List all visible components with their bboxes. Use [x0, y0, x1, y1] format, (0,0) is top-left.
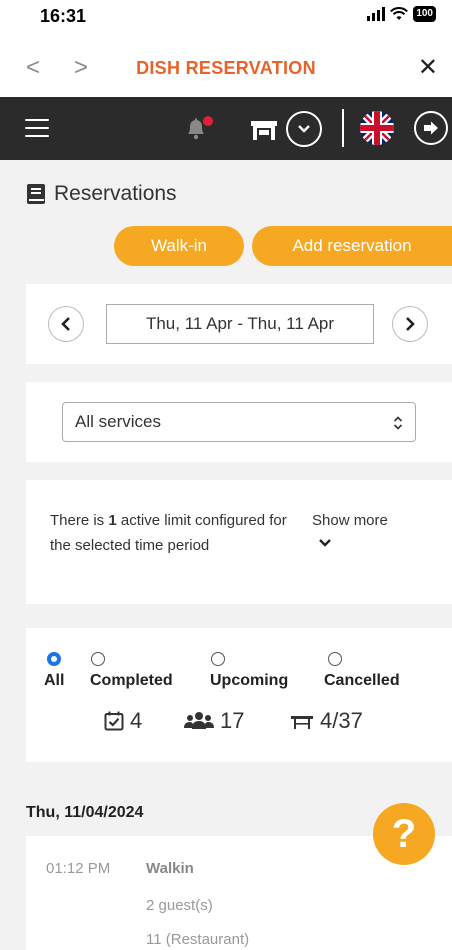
reservation-table: 11 (Restaurant) [146, 931, 250, 948]
filter-completed[interactable]: Completed [90, 652, 173, 690]
logout-icon [424, 121, 438, 135]
limit-message: There is 1 active limit configured for t… [50, 512, 287, 554]
page-title: Reservations [54, 182, 177, 205]
limit-card: There is 1 active limit configured for t… [26, 480, 452, 604]
next-date-button[interactable] [392, 306, 428, 342]
tables-count: 4/37 [290, 708, 363, 734]
date-range-input[interactable]: Thu, 11 Apr - Thu, 11 Apr [106, 304, 374, 344]
radio-button[interactable] [91, 652, 105, 666]
book-icon [27, 184, 45, 204]
users-icon [184, 712, 214, 729]
app-title: DISH RESERVATION [136, 58, 316, 78]
status-bar: 16:31 100 [0, 0, 452, 40]
select-arrows-icon [393, 416, 403, 430]
signal-icon [367, 7, 386, 21]
close-button[interactable]: ✕ [418, 54, 438, 82]
browser-bar: < > DISH RESERVATION ✕ [0, 40, 452, 97]
chevron-down-icon[interactable] [318, 538, 332, 548]
chevron-right-icon [406, 317, 415, 331]
walk-in-button[interactable]: Walk-in [114, 226, 244, 266]
radio-button[interactable] [328, 652, 342, 666]
services-select[interactable]: All services [62, 402, 416, 442]
previous-date-button[interactable] [48, 306, 84, 342]
table-icon [291, 716, 313, 729]
date-range-card: Thu, 11 Apr - Thu, 11 Apr [26, 284, 452, 364]
add-reservation-button[interactable]: Add reservation [252, 226, 452, 266]
logout-button[interactable] [414, 111, 448, 145]
radio-button[interactable] [47, 652, 62, 666]
reservation-time: 01:12 PM [46, 860, 111, 877]
reservation-guests: 2 guest(s) [146, 897, 213, 914]
page-heading: Reservations [26, 182, 177, 206]
store-dropdown-button[interactable] [286, 111, 322, 147]
battery-icon: 100 [413, 6, 436, 22]
services-card: All services [26, 382, 452, 462]
filter-label: All [44, 672, 65, 689]
menu-icon[interactable] [25, 119, 49, 137]
chevron-left-icon [61, 317, 70, 331]
uk-flag-icon[interactable] [360, 111, 394, 145]
filter-all[interactable]: All [44, 652, 64, 690]
limit-count: 1 [108, 512, 117, 529]
filter-cancelled[interactable]: Cancelled [324, 652, 400, 690]
status-icons: 100 [367, 6, 436, 22]
store-icon[interactable] [250, 119, 278, 141]
calendar-check-icon [104, 711, 124, 731]
chevron-down-icon [298, 125, 310, 133]
header-divider [342, 109, 344, 147]
show-more-link[interactable]: Show more [312, 508, 388, 533]
reservations-count: 4 [104, 708, 142, 734]
guests-count: 17 [184, 708, 244, 734]
app-header [0, 97, 452, 160]
filter-label: Upcoming [210, 672, 289, 689]
filter-label: Cancelled [324, 672, 400, 689]
reservation-name: Walkin [146, 860, 194, 877]
help-button[interactable]: ? [373, 803, 435, 865]
filter-upcoming[interactable]: Upcoming [210, 652, 288, 690]
bell-icon[interactable] [184, 115, 214, 141]
clock: 16:31 [40, 6, 87, 26]
filter-card: All Completed Upcoming Cancelled 4 17 4/… [26, 628, 452, 762]
services-select-value: All services [75, 412, 161, 431]
filter-label: Completed [90, 672, 173, 689]
radio-button[interactable] [211, 652, 225, 666]
day-heading: Thu, 11/04/2024 [26, 804, 144, 821]
wifi-icon [390, 7, 409, 20]
